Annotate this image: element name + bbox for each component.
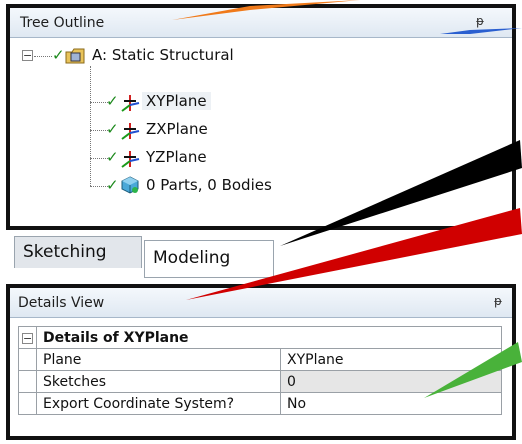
table-row[interactable]: Export Coordinate System? No — [18, 392, 502, 415]
tab-sketching[interactable]: Sketching — [14, 236, 142, 268]
tree-outline-panel: Tree Outline ᵽ − ✓ A: Static Structural … — [6, 4, 516, 230]
tree-outline-header: Tree Outline ᵽ — [10, 8, 512, 38]
row-indent — [18, 370, 37, 393]
details-view-panel: Details View ᵽ − Details of XYPlane Plan… — [6, 284, 516, 440]
table-row[interactable]: Plane XYPlane — [18, 348, 502, 371]
check-icon: ✓ — [106, 120, 119, 138]
tree-item-label: 0 Parts, 0 Bodies — [146, 176, 272, 194]
group-header-label: Details of XYPlane — [36, 326, 502, 349]
tree-item-label: XYPlane — [142, 92, 211, 110]
details-view-header: Details View ᵽ — [10, 288, 512, 318]
plane-axes-icon — [121, 123, 140, 140]
table-row[interactable]: Sketches 0 — [18, 370, 502, 393]
row-indent — [18, 392, 37, 415]
properties-table: − Details of XYPlane Plane XYPlane Sketc… — [18, 326, 502, 415]
property-name: Sketches — [36, 370, 281, 393]
check-icon: ✓ — [106, 148, 119, 166]
check-icon: ✓ — [106, 92, 119, 110]
property-value: 0 — [280, 370, 502, 393]
pin-icon[interactable]: ᵽ — [494, 294, 502, 308]
row-indent — [18, 348, 37, 371]
tree-connector — [34, 56, 52, 57]
tree-outline-title: Tree Outline — [20, 15, 105, 31]
tree-item-xyplane[interactable]: ✓ XYPlane — [10, 88, 510, 116]
check-icon: ✓ — [106, 176, 119, 194]
tree-item-yzplane[interactable]: ✓ YZPlane — [10, 144, 510, 172]
parts-bodies-icon — [121, 176, 139, 194]
plane-axes-icon — [121, 151, 140, 168]
static-structural-icon — [65, 48, 85, 64]
tree-item-zxplane[interactable]: ✓ ZXPlane — [10, 116, 510, 144]
tree-item-parts-bodies[interactable]: ✓ 0 Parts, 0 Bodies — [10, 172, 510, 200]
pin-icon[interactable]: ᵽ — [476, 14, 484, 28]
check-icon: ✓ — [52, 46, 65, 64]
tree-item-label: A: Static Structural — [92, 46, 234, 64]
property-value[interactable]: No — [280, 392, 502, 415]
mode-tab-bar: Sketching Modeling — [6, 232, 516, 278]
tree-item-label: ZXPlane — [146, 120, 208, 138]
plane-axes-icon — [121, 95, 140, 112]
property-name: Export Coordinate System? — [36, 392, 281, 415]
collapse-toggle-icon[interactable]: − — [18, 326, 37, 349]
tab-modeling[interactable]: Modeling — [144, 240, 274, 278]
collapse-toggle-icon[interactable]: − — [22, 50, 33, 61]
tree-item-label: YZPlane — [146, 148, 207, 166]
details-view-title: Details View — [18, 295, 105, 311]
tree-item-static-structural[interactable]: − ✓ A: Static Structural — [10, 42, 510, 70]
property-value[interactable]: XYPlane — [280, 348, 502, 371]
table-row: − Details of XYPlane — [18, 326, 502, 349]
property-name: Plane — [36, 348, 281, 371]
